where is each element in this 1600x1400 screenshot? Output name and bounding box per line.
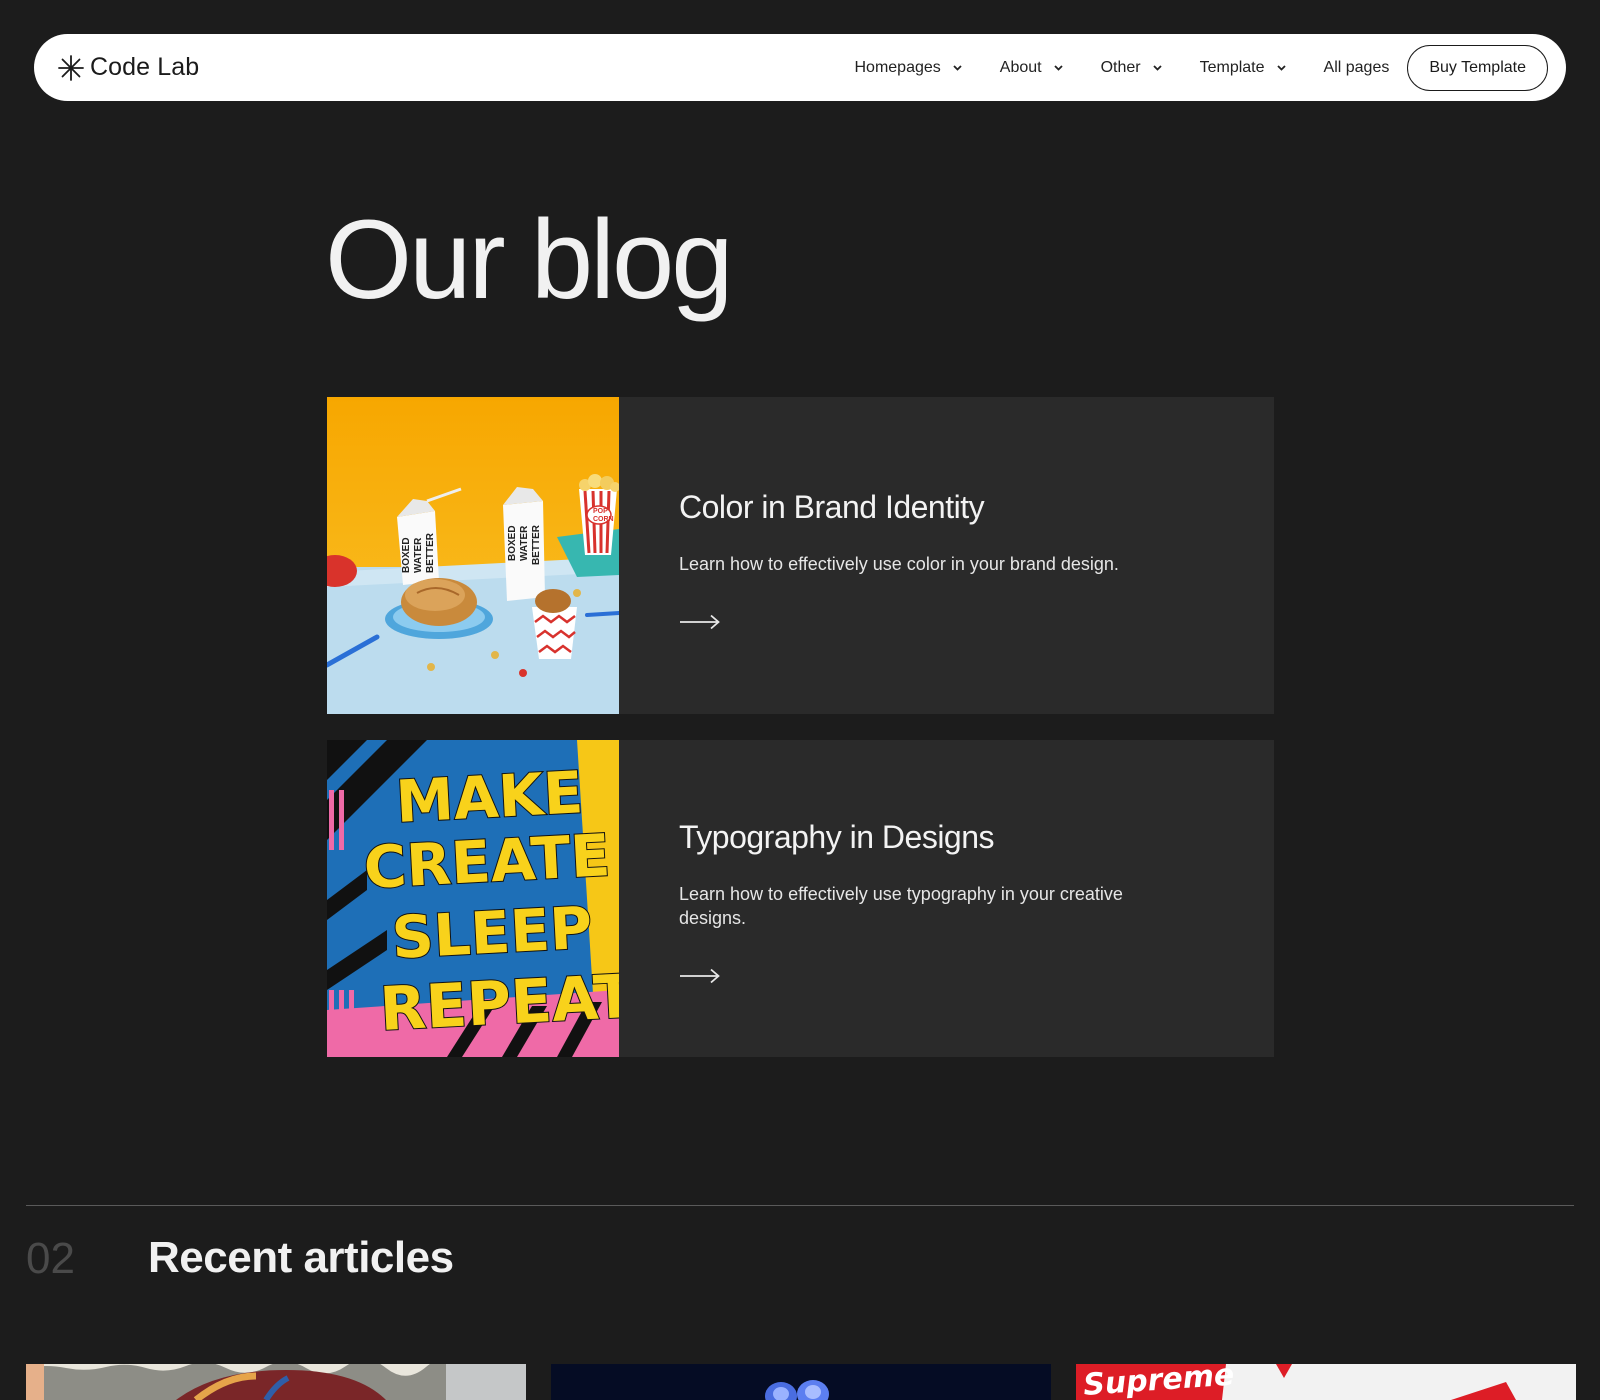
menu-item-label: Other: [1100, 58, 1141, 76]
arrow-right-icon[interactable]: [679, 968, 721, 984]
chevron-down-icon: [1152, 64, 1162, 71]
top-navbar: Code Lab Homepages About Other Template …: [34, 34, 1566, 101]
section-divider: [26, 1205, 1574, 1206]
menu-item-template[interactable]: Template: [1200, 59, 1286, 77]
popcorn-label: CORN: [593, 516, 614, 523]
carton-label: WATER: [413, 537, 424, 573]
menu-item-other[interactable]: Other: [1101, 59, 1162, 77]
featured-post-card[interactable]: POP CORN BOXED WATER BETTER BOXED WATER …: [327, 397, 1274, 714]
post-content: Color in Brand Identity Learn how to eff…: [619, 397, 1159, 714]
main-menu: Homepages About Other Template All pages…: [854, 44, 1548, 91]
carton-label: BETTER: [531, 524, 542, 565]
page-title: Our blog: [325, 197, 734, 322]
brand-name: Code Lab: [90, 53, 200, 81]
carton-label: BETTER: [425, 532, 436, 573]
recent-article-thumbnail[interactable]: [26, 1364, 526, 1400]
chevron-down-icon: [1276, 64, 1286, 71]
carton-label: BOXED: [507, 525, 518, 561]
poster-line: CREATE: [362, 821, 612, 902]
poster-line: SLEEP: [390, 894, 594, 972]
menu-item-label: Homepages: [854, 58, 941, 76]
recent-article-thumbnail[interactable]: [551, 1364, 1051, 1400]
featured-post-card[interactable]: MAKE CREATE SLEEP REPEAT Typography in D…: [327, 740, 1274, 1057]
carton-label: BOXED: [401, 537, 412, 573]
post-image-poster: MAKE CREATE SLEEP REPEAT: [327, 740, 619, 1057]
post-image-food: POP CORN BOXED WATER BETTER BOXED WATER …: [327, 397, 619, 714]
post-description: Learn how to effectively use typography …: [679, 884, 1123, 928]
section-title: Recent articles: [148, 1233, 454, 1282]
menu-item-label: All pages: [1323, 58, 1390, 76]
chevron-down-icon: [1053, 64, 1063, 71]
menu-item-all-pages[interactable]: All pages: [1324, 59, 1390, 77]
poster-line: REPEAT: [378, 962, 619, 1045]
carton-label: WATER: [519, 525, 530, 561]
arrow-right-icon[interactable]: [679, 614, 721, 630]
menu-item-label: About: [999, 58, 1042, 76]
post-title[interactable]: Color in Brand Identity: [679, 489, 1159, 526]
menu-item-about[interactable]: About: [1000, 59, 1063, 77]
post-title[interactable]: Typography in Designs: [679, 819, 1159, 856]
brand-logo[interactable]: Code Lab: [58, 53, 199, 82]
menu-item-homepages[interactable]: Homepages: [854, 58, 962, 77]
post-description: Learn how to effectively use color in yo…: [679, 554, 1119, 574]
popcorn-label: POP: [593, 508, 608, 515]
section-number: 02: [26, 1234, 75, 1283]
asterisk-icon: [58, 54, 84, 81]
chevron-down-icon: [953, 64, 962, 71]
post-content: Typography in Designs Learn how to effec…: [619, 740, 1159, 1057]
recent-article-thumbnail[interactable]: Supreme: [1076, 1364, 1576, 1400]
menu-item-label: Template: [1199, 58, 1265, 76]
buy-template-button[interactable]: Buy Template: [1407, 44, 1548, 91]
